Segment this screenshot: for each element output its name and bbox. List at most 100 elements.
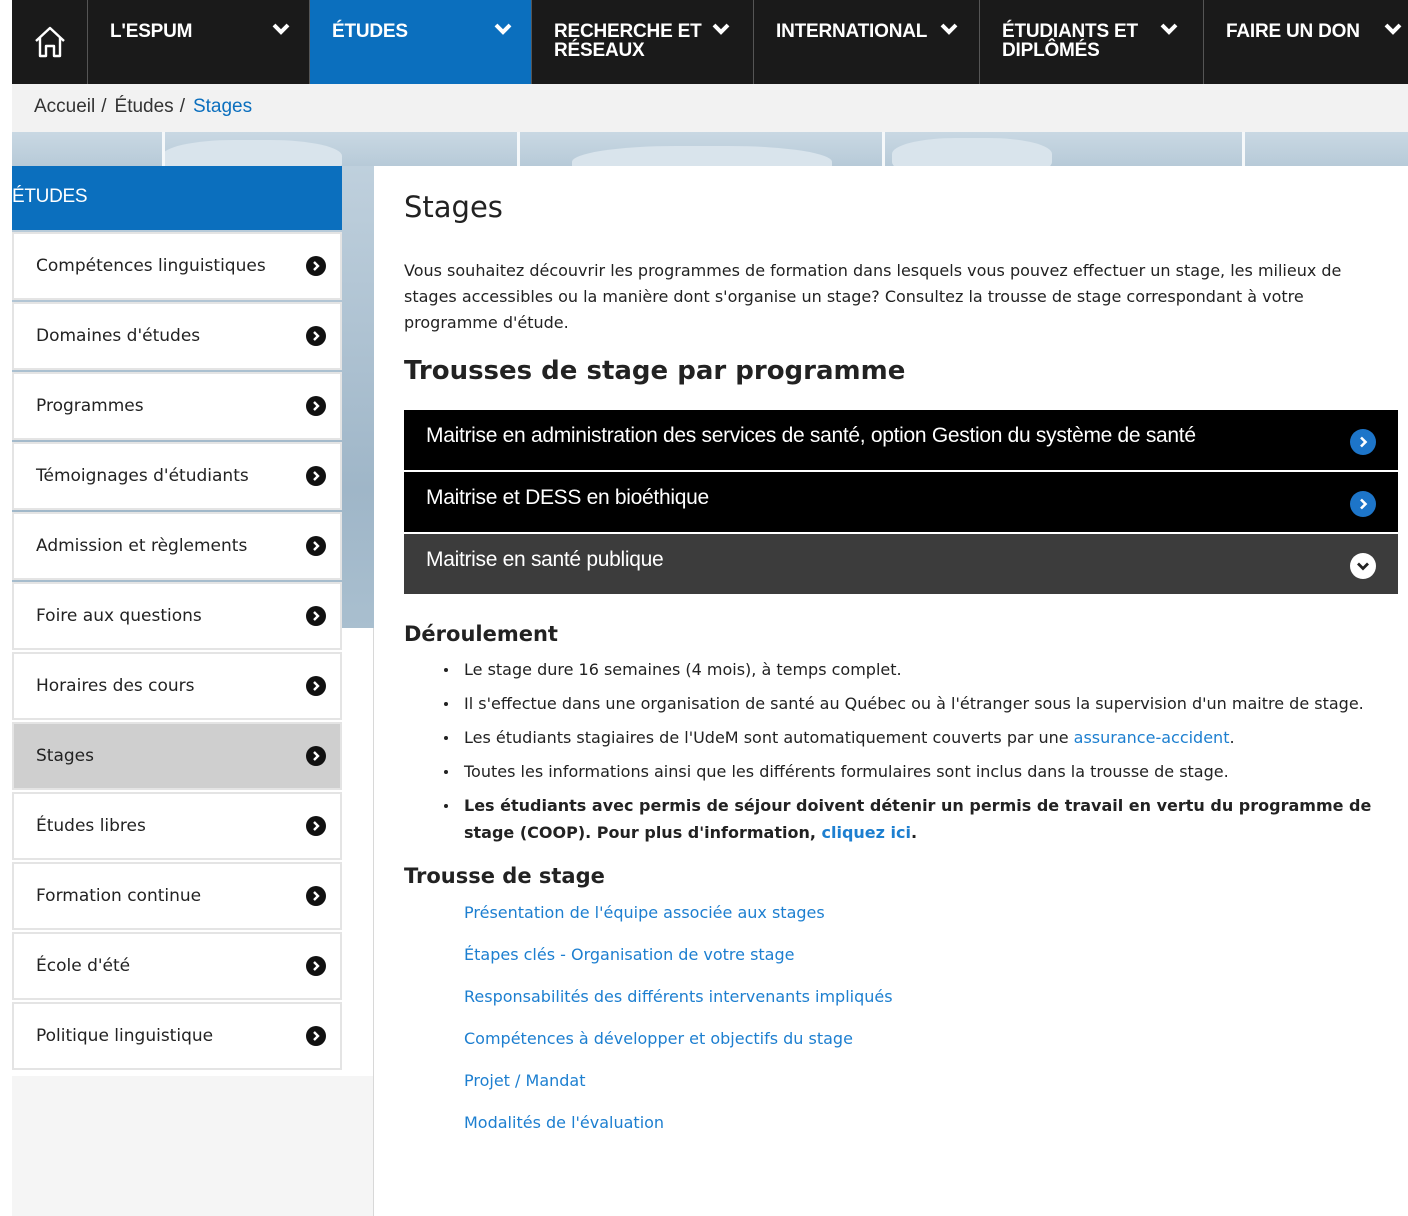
breadcrumb-current: Stages (192, 96, 253, 117)
sidebar-item-stages[interactable]: Stages (12, 722, 342, 790)
assurance-accident-link[interactable]: assurance-accident (1074, 728, 1230, 747)
intro-text: Vous souhaitez découvrir les programmes … (404, 261, 1342, 332)
nav-item-recherche[interactable]: RECHERCHE ET RÉSEAUX (532, 0, 754, 84)
trousse-links: Présentation de l'équipe associée aux st… (464, 900, 1398, 1152)
sidebar-item-formation-continue[interactable]: Formation continue (12, 862, 342, 930)
nav-item-etudiants[interactable]: ÉTUDIANTS ET DIPLÔMÉS (980, 0, 1204, 84)
trousse-heading: Trousse de stage (404, 864, 605, 888)
sidebar-heading-label: ÉTUDES (12, 186, 88, 207)
chevron-down-icon (494, 23, 512, 35)
sidebar-item-label: Stages (36, 746, 94, 766)
chevron-right-icon (306, 746, 326, 766)
nav-item-etudes[interactable]: ÉTUDES (310, 0, 532, 84)
sidebar-item-label: Programmes (36, 396, 144, 416)
list-item: Il s'effectue dans une organisation de s… (442, 690, 1398, 717)
accordion-item-bioethique[interactable]: Maitrise et DESS en bioéthique (404, 472, 1398, 532)
accordion-item-label: Maitrise en administration des services … (426, 424, 1196, 447)
sidebar-heading[interactable]: ÉTUDES (12, 166, 342, 230)
list-item: Toutes les informations ainsi que les di… (442, 758, 1398, 785)
chevron-right-icon (306, 326, 326, 346)
nav-item-label: L'ESPUM (110, 21, 193, 42)
chevron-right-icon (306, 956, 326, 976)
nav-item-label: RECHERCHE ET RÉSEAUX (554, 21, 702, 61)
nav-item-label: INTERNATIONAL (776, 21, 928, 42)
sidebar-item-label: Foire aux questions (36, 606, 202, 626)
deroulement-list: Le stage dure 16 semaines (4 mois), à te… (442, 656, 1398, 846)
home-icon (34, 26, 65, 58)
home-button[interactable] (12, 0, 88, 84)
chevron-down-icon (940, 23, 958, 35)
sidebar-item-label: École d'été (36, 956, 131, 976)
sidebar-menu: Compétences linguistiques Domaines d'étu… (12, 232, 342, 1072)
list-item: Les étudiants avec permis de séjour doiv… (442, 792, 1398, 846)
chevron-down-icon (712, 23, 730, 35)
trousse-link-projet[interactable]: Projet / Mandat (464, 1068, 1398, 1110)
list-item: Le stage dure 16 semaines (4 mois), à te… (442, 656, 1398, 683)
sidebar-background (12, 1076, 374, 1216)
sidebar-item-competences[interactable]: Compétences linguistiques (12, 232, 342, 300)
main-navigation: L'ESPUM ÉTUDES RECHERCHE ET RÉSEAUX INTE… (12, 0, 1408, 84)
accordion-item-sante-publique[interactable]: Maitrise en santé publique (404, 534, 1398, 594)
breadcrumb-home[interactable]: Accueil (34, 96, 95, 117)
accordion-item-label: Maitrise en santé publique (426, 548, 664, 571)
nav-item-label: ÉTUDES (332, 21, 408, 42)
sidebar-item-label: Domaines d'études (36, 326, 201, 346)
chevron-right-icon (306, 256, 326, 276)
list-item-text: . (1229, 728, 1235, 747)
sidebar-item-admission[interactable]: Admission et règlements (12, 512, 342, 580)
sidebar-item-label: Témoignages d'étudiants (36, 466, 249, 486)
sidebar-item-temoignages[interactable]: Témoignages d'étudiants (12, 442, 342, 510)
nav-item-label: ÉTUDIANTS ET DIPLÔMÉS (1002, 21, 1138, 61)
trousse-link-equipe[interactable]: Présentation de l'équipe associée aux st… (464, 900, 1398, 942)
chevron-right-icon (306, 816, 326, 836)
chevron-right-icon (306, 886, 326, 906)
breadcrumb: Accueil / Études / Stages (12, 84, 1408, 132)
chevron-right-icon (306, 536, 326, 556)
nav-item-international[interactable]: INTERNATIONAL (754, 0, 980, 84)
nav-item-espum[interactable]: L'ESPUM (88, 0, 310, 84)
sidebar-item-domaines[interactable]: Domaines d'études (12, 302, 342, 370)
sidebar-item-label: Compétences linguistiques (36, 256, 266, 276)
page-title: Stages (404, 190, 503, 224)
chevron-right-icon (306, 606, 326, 626)
breadcrumb-separator: / (101, 96, 107, 117)
chevron-right-icon (1350, 429, 1376, 455)
program-accordion: Maitrise en administration des services … (404, 410, 1398, 594)
sidebar-item-label: Formation continue (36, 886, 202, 906)
trousse-link-etapes[interactable]: Étapes clés - Organisation de votre stag… (464, 942, 1398, 984)
breadcrumb-etudes[interactable]: Études (115, 96, 174, 117)
chevron-right-icon (306, 1026, 326, 1046)
chevron-right-icon (306, 466, 326, 486)
accordion-item-administration[interactable]: Maitrise en administration des services … (404, 410, 1398, 470)
nav-item-label: FAIRE UN DON (1226, 21, 1360, 42)
trousse-link-responsabilites[interactable]: Responsabilités des différents intervena… (464, 984, 1398, 1026)
chevron-right-icon (1350, 491, 1376, 517)
sidebar-item-ecole-ete[interactable]: École d'été (12, 932, 342, 1000)
chevron-down-icon (272, 23, 290, 35)
list-item-text: Les étudiants avec permis de séjour doiv… (464, 796, 1372, 842)
sidebar-item-programmes[interactable]: Programmes (12, 372, 342, 440)
accordion-item-label: Maitrise et DESS en bioéthique (426, 486, 709, 509)
breadcrumb-separator: / (179, 96, 185, 117)
sidebar-item-label: Politique linguistique (36, 1026, 214, 1046)
main-content: Stages Vous souhaitez découvrir les prog… (404, 190, 1398, 1152)
sidebar-item-faq[interactable]: Foire aux questions (12, 582, 342, 650)
cliquez-ici-link[interactable]: cliquez ici (821, 823, 910, 842)
column-divider (373, 628, 374, 1216)
deroulement-heading: Déroulement (404, 622, 558, 646)
list-item-text: Les étudiants stagiaires de l'UdeM sont … (464, 728, 1074, 747)
sidebar-item-horaires[interactable]: Horaires des cours (12, 652, 342, 720)
sidebar-item-politique[interactable]: Politique linguistique (12, 1002, 342, 1070)
list-item: Les étudiants stagiaires de l'UdeM sont … (442, 724, 1398, 751)
nav-item-don[interactable]: FAIRE UN DON (1204, 0, 1406, 84)
chevron-down-icon (1384, 23, 1402, 35)
sidebar-item-etudes-libres[interactable]: Études libres (12, 792, 342, 860)
trousse-link-competences[interactable]: Compétences à développer et objectifs du… (464, 1026, 1398, 1068)
chevron-down-icon (1350, 553, 1376, 579)
section-subtitle: Trousses de stage par programme (404, 356, 906, 386)
sidebar-item-label: Études libres (36, 816, 146, 836)
trousse-link-evaluation[interactable]: Modalités de l'évaluation (464, 1110, 1398, 1152)
chevron-right-icon (306, 396, 326, 416)
chevron-down-icon (1160, 23, 1178, 35)
chevron-right-icon (306, 676, 326, 696)
